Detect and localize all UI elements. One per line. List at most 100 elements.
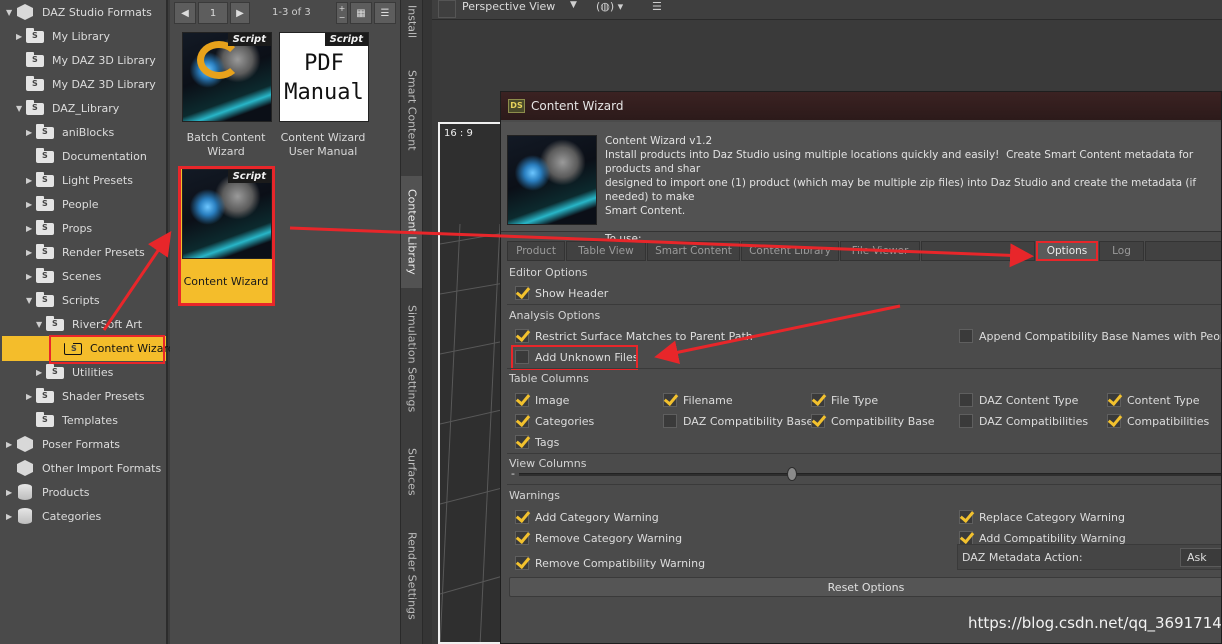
tab-install[interactable]: Install (401, 0, 423, 44)
checkbox[interactable] (663, 414, 677, 428)
expanded-arrow-icon[interactable]: ▼ (26, 296, 36, 305)
view-columns-slider[interactable] (519, 473, 1221, 476)
tree-item[interactable]: Other Import Formats (6, 456, 161, 480)
checkbox[interactable] (811, 414, 825, 428)
column-image[interactable]: Image (515, 391, 569, 409)
forward-button[interactable]: ▶ (230, 2, 250, 24)
page-field[interactable]: 1 (198, 2, 228, 24)
tree-item[interactable]: ▶ Categories (6, 504, 101, 528)
tab-surfaces[interactable]: Surfaces (401, 440, 423, 504)
viewport-menu-button[interactable] (438, 0, 456, 18)
add-category-warning[interactable]: Add Category Warning (515, 508, 659, 526)
tree-item[interactable]: ▶ S People (26, 192, 99, 216)
viewport-options-icon[interactable]: ☰ (652, 0, 662, 13)
checkbox[interactable] (811, 393, 825, 407)
slider-handle[interactable] (787, 467, 797, 481)
list-view-button[interactable]: ☰ (374, 2, 396, 24)
tree-item[interactable]: ▼ S DAZ_Library (16, 96, 119, 120)
checkbox[interactable] (515, 329, 529, 343)
pane-splitter[interactable] (422, 0, 432, 644)
checkbox[interactable] (515, 435, 529, 449)
tree-item[interactable]: ▶ S Light Presets (26, 168, 133, 192)
tree-item[interactable]: ▶ S Shader Presets (26, 384, 145, 408)
tree-item[interactable]: ▼ DAZ Studio Formats (6, 0, 152, 24)
checkbox[interactable] (1107, 414, 1121, 428)
tree-item[interactable]: ▶ S My Library (16, 24, 110, 48)
reset-options-button[interactable]: Reset Options (509, 577, 1221, 597)
expanded-arrow-icon[interactable]: ▼ (6, 8, 16, 17)
batch-content-wizard-thumb[interactable]: Script (182, 32, 272, 122)
viewport-scene[interactable]: 16 : 9 (438, 122, 508, 644)
column-compat-base[interactable]: Compatibility Base (811, 412, 934, 430)
expanded-arrow-icon[interactable]: ▼ (36, 320, 46, 329)
checkbox[interactable] (959, 531, 973, 545)
tab-smart-content[interactable]: Smart Content (647, 241, 740, 261)
remove-compatibility-warning[interactable]: Remove Compatibility Warning (515, 554, 705, 572)
checkbox[interactable] (515, 556, 529, 570)
checkbox[interactable] (515, 286, 529, 300)
checkbox[interactable] (959, 414, 973, 428)
collapsed-arrow-icon[interactable]: ▶ (6, 488, 16, 497)
back-button[interactable]: ◀ (174, 2, 196, 24)
collapsed-arrow-icon[interactable]: ▶ (26, 224, 36, 233)
collapsed-arrow-icon[interactable]: ▶ (6, 440, 16, 449)
checkbox[interactable] (515, 393, 529, 407)
column-content-type[interactable]: Content Type (1107, 391, 1200, 409)
dialog-title-bar[interactable]: DS Content Wizard (501, 92, 1221, 120)
tab-content-library[interactable]: Content Library (401, 176, 423, 288)
collapsed-arrow-icon[interactable]: ▶ (36, 368, 46, 377)
tab-product[interactable]: Product (507, 241, 565, 261)
tree-item[interactable]: ▶ S Render Presets (26, 240, 145, 264)
collapsed-arrow-icon[interactable]: ▶ (26, 200, 36, 209)
column-file-type[interactable]: File Type (811, 391, 878, 409)
collapsed-arrow-icon[interactable]: ▶ (16, 32, 26, 41)
tree-item[interactable]: ▶ SaniBlocks (26, 120, 114, 144)
collapsed-arrow-icon[interactable]: ▶ (26, 248, 36, 257)
column-daz-compat-base[interactable]: DAZ Compatibility Base (663, 412, 813, 430)
tab-options[interactable]: Options (1036, 241, 1098, 261)
tab-simulation-settings[interactable]: Simulation Settings (401, 300, 423, 418)
checkbox[interactable] (515, 510, 529, 524)
tree-item[interactable]: ▼ S RiverSoft Art (36, 312, 142, 336)
restrict-surface-option[interactable]: Restrict Surface Matches to Parent Path (515, 327, 753, 345)
tab-content-library[interactable]: Content Library (741, 241, 839, 261)
camera-dropdown[interactable]: Perspective View (462, 0, 555, 13)
column-compatibilities[interactable]: Compatibilities (1107, 412, 1209, 430)
checkbox[interactable] (663, 393, 677, 407)
tab-table-view[interactable]: Table View (566, 241, 646, 261)
column-daz-compatibilities[interactable]: DAZ Compatibilities (959, 412, 1088, 430)
tab-hidden[interactable] (921, 241, 1035, 261)
tab-file-viewer[interactable]: File Viewer (840, 241, 920, 261)
column-categories[interactable]: Categories (515, 412, 594, 430)
tree-item[interactable]: ▶ Poser Formats (6, 432, 120, 456)
tree-item[interactable]: S Documentation (26, 144, 147, 168)
draw-style-button[interactable]: (◍) ▾ (596, 0, 623, 13)
tree-item[interactable]: ▶ Products (6, 480, 90, 504)
tree-item[interactable]: S My DAZ 3D Library (16, 72, 156, 96)
collapsed-arrow-icon[interactable]: ▶ (26, 128, 36, 137)
collapsed-arrow-icon[interactable]: ▶ (6, 512, 16, 521)
checkbox[interactable] (959, 329, 973, 343)
tree-item[interactable]: ▼ S Scripts (26, 288, 100, 312)
tree-item[interactable]: ▶ S Scenes (26, 264, 101, 288)
replace-category-warning[interactable]: Replace Category Warning (959, 508, 1125, 526)
icon-view-button[interactable]: ▦ (350, 2, 372, 24)
remove-category-warning[interactable]: Remove Category Warning (515, 529, 682, 547)
checkbox[interactable] (515, 414, 529, 428)
checkbox[interactable] (1107, 393, 1121, 407)
metadata-action-select[interactable]: Ask (1180, 548, 1221, 567)
collapsed-arrow-icon[interactable]: ▶ (26, 392, 36, 401)
zoom-stepper[interactable]: + − (336, 2, 348, 24)
tab-render-settings[interactable]: Render Settings (401, 524, 423, 628)
tab-log[interactable]: Log (1099, 241, 1144, 261)
checkbox[interactable] (515, 531, 529, 545)
show-header-option[interactable]: Show Header (515, 284, 608, 302)
tree-item[interactable]: S My DAZ 3D Library (16, 48, 156, 72)
column-filename[interactable]: Filename (663, 391, 733, 409)
content-wizard-thumb[interactable]: Script (182, 169, 272, 259)
tree-item[interactable]: S Templates (26, 408, 118, 432)
collapsed-arrow-icon[interactable]: ▶ (26, 176, 36, 185)
column-daz-content-type[interactable]: DAZ Content Type (959, 391, 1078, 409)
collapsed-arrow-icon[interactable]: ▶ (26, 272, 36, 281)
tab-smart-content[interactable]: Smart Content (401, 60, 423, 160)
